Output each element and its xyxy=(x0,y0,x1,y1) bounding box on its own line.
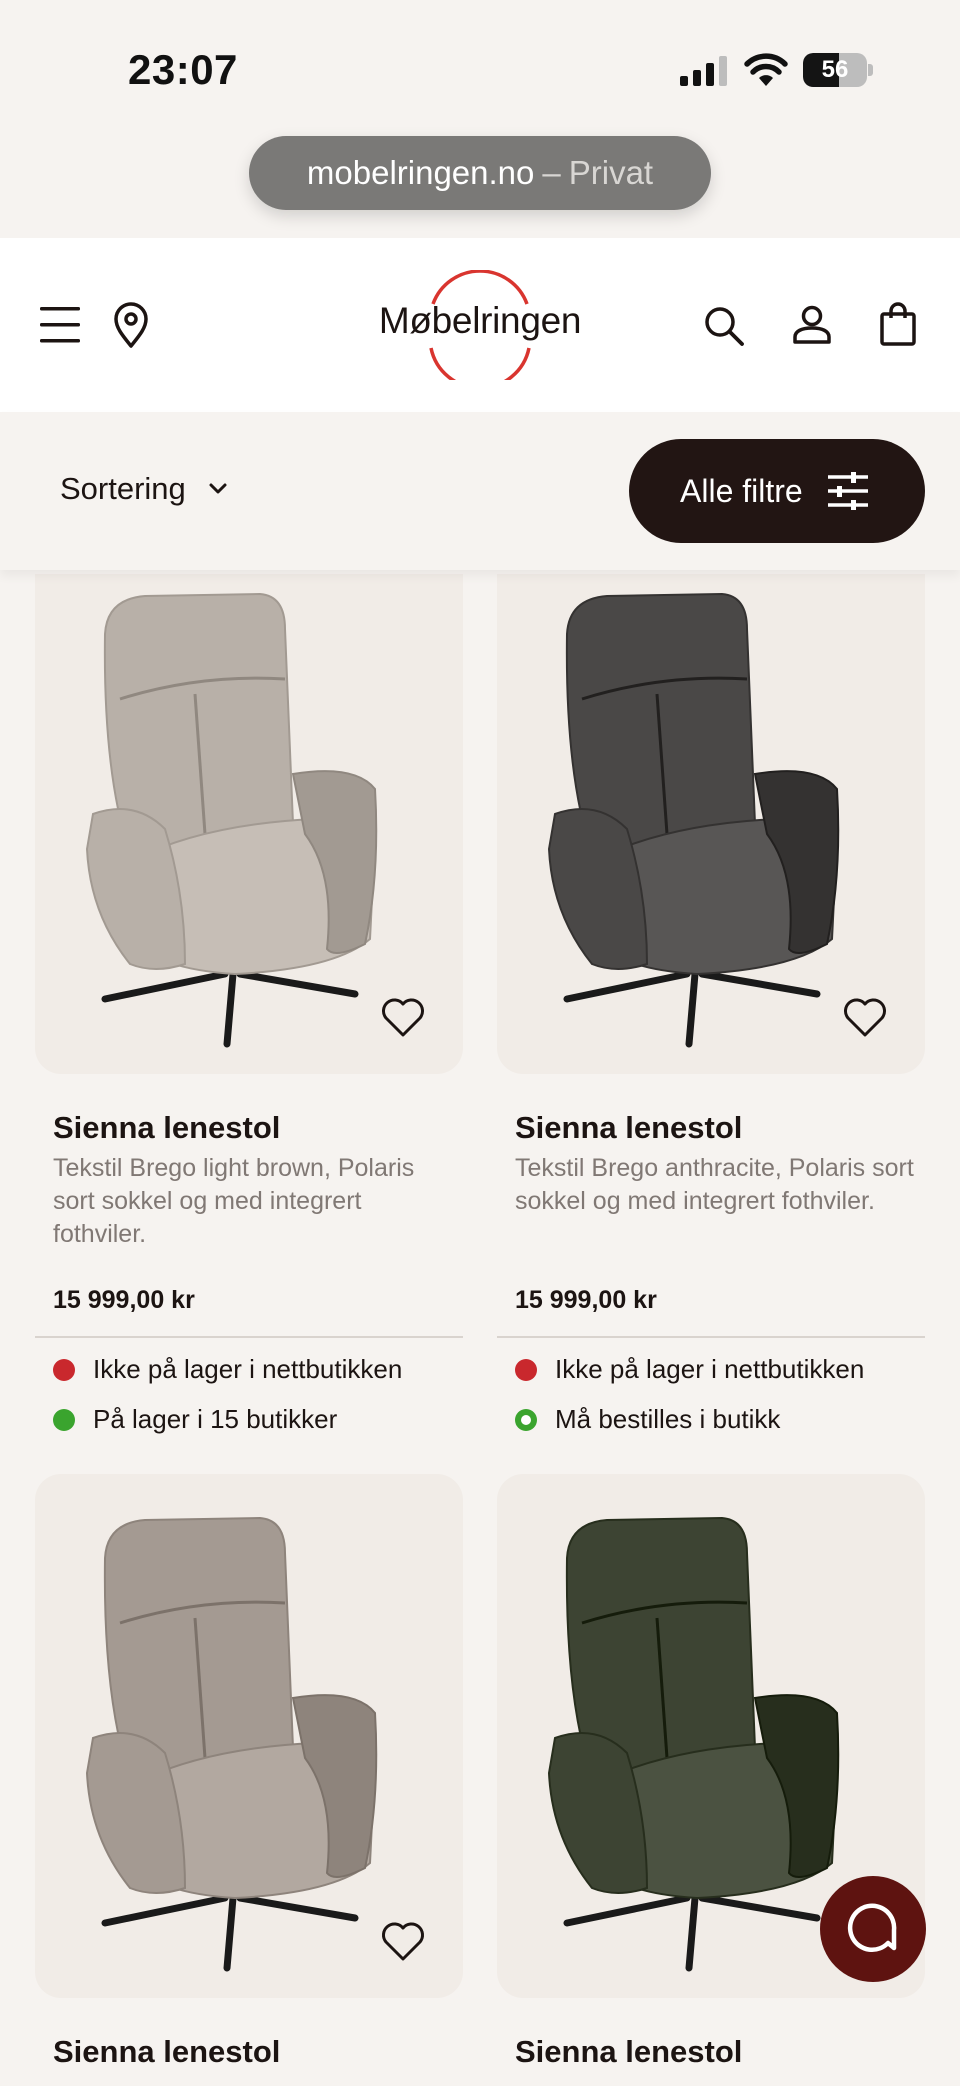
out-of-stock-dot-icon xyxy=(515,1358,537,1381)
product-card[interactable]: Sienna lenestol Tekstil Brego anthracite… xyxy=(497,574,925,1444)
heart-icon[interactable] xyxy=(381,998,425,1038)
sliders-icon xyxy=(827,472,868,510)
menu-icon[interactable] xyxy=(40,306,80,344)
chat-icon xyxy=(847,1903,897,1952)
cellular-signal-icon xyxy=(680,56,727,86)
chat-button[interactable] xyxy=(820,1876,926,1982)
order-in-store-dot-icon xyxy=(515,1408,537,1431)
battery-level: 56 xyxy=(821,56,849,83)
search-icon[interactable] xyxy=(703,305,745,347)
store-stock-text: Må bestilles i butikk xyxy=(555,1404,781,1434)
online-stock-status: Ikke på lager i nettbutikken xyxy=(53,1354,402,1385)
sort-label: Sortering xyxy=(60,471,186,506)
product-title[interactable]: Sienna lenestol xyxy=(515,1110,742,1146)
product-description: Tekstil Brego anthracite, Polaris sort s… xyxy=(515,1154,914,1215)
location-pin-icon[interactable] xyxy=(113,302,149,348)
product-title[interactable]: Sienna lenestol xyxy=(53,1110,280,1146)
heart-icon[interactable] xyxy=(843,998,887,1038)
product-card[interactable]: Sienna lenestol Tekstil Brego light brow… xyxy=(35,574,463,1444)
product-price: 15 999,00 kr xyxy=(515,1286,657,1314)
status-bar: 23:07 56 xyxy=(0,0,960,135)
url-separator: – xyxy=(542,154,561,191)
product-card[interactable]: Sienna lenestol xyxy=(497,1474,925,2086)
store-stock-status: Må bestilles i butikk xyxy=(515,1404,780,1435)
site-logo[interactable]: Møbelringen xyxy=(365,270,595,380)
battery-indicator: 56 xyxy=(803,53,873,87)
card-divider xyxy=(497,1336,925,1338)
online-stock-text: Ikke på lager i nettbutikken xyxy=(555,1354,865,1384)
product-image[interactable] xyxy=(35,1474,463,1998)
logo-text: Møbelringen xyxy=(378,300,582,341)
product-title[interactable]: Sienna lenestol xyxy=(53,2034,280,2070)
private-mode-label: Privat xyxy=(568,154,654,191)
user-icon[interactable] xyxy=(792,305,832,345)
in-stock-dot-icon xyxy=(53,1408,75,1431)
product-price: 15 999,00 kr xyxy=(53,1286,195,1314)
all-filters-button[interactable]: Alle filtre xyxy=(629,439,925,543)
filter-label: Alle filtre xyxy=(680,472,803,509)
chevron-down-icon xyxy=(209,483,227,494)
heart-icon[interactable] xyxy=(381,1922,425,1962)
online-stock-text: Ikke på lager i nettbutikken xyxy=(93,1354,403,1384)
url-domain: mobelringen.no xyxy=(306,154,535,191)
product-card[interactable]: Sienna lenestol xyxy=(35,1474,463,2086)
sort-dropdown[interactable]: Sortering xyxy=(60,464,228,514)
card-divider xyxy=(35,1336,463,1338)
out-of-stock-dot-icon xyxy=(53,1358,75,1381)
wifi-icon xyxy=(744,53,788,86)
store-stock-status: På lager i 15 butikker xyxy=(53,1404,337,1435)
listing-toolbar: Sortering Alle filtre xyxy=(0,412,960,570)
product-image[interactable] xyxy=(35,574,463,1074)
store-stock-text: På lager i 15 butikker xyxy=(93,1404,338,1434)
product-title[interactable]: Sienna lenestol xyxy=(515,2034,742,2070)
product-image[interactable] xyxy=(497,574,925,1074)
product-description: Tekstil Brego light brown, Polaris sort … xyxy=(53,1154,415,1248)
status-time: 23:07 xyxy=(128,46,238,93)
shopping-bag-icon[interactable] xyxy=(879,302,917,346)
browser-url-bar[interactable]: mobelringen.no – Privat xyxy=(249,136,711,210)
online-stock-status: Ikke på lager i nettbutikken xyxy=(515,1354,864,1385)
